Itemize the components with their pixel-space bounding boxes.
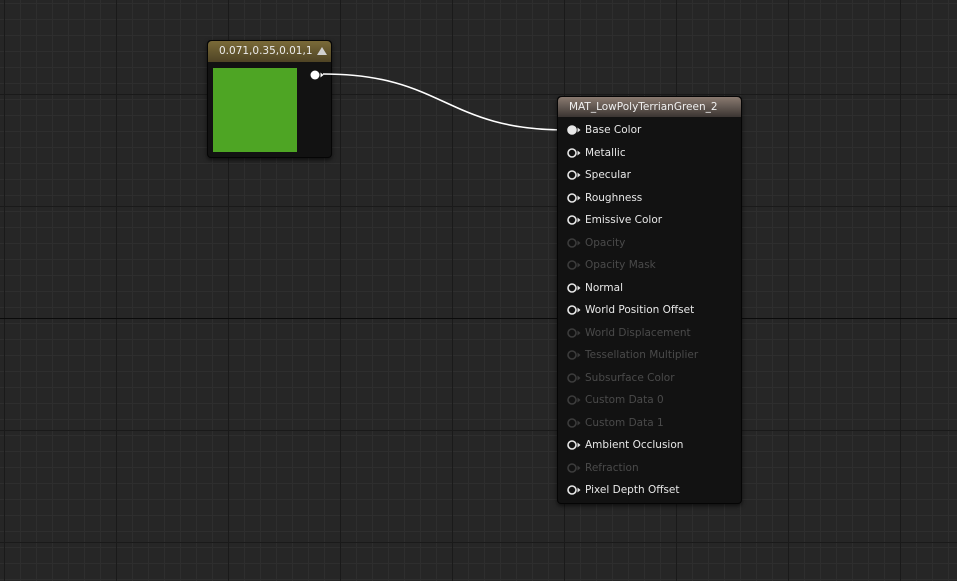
input-pin-label: Custom Data 0 [585,394,664,406]
constant-node-title: 0.071,0.35,0.01,1 [219,45,313,57]
input-pin-row[interactable]: Pixel Depth Offset [566,481,736,499]
input-pin-label: Pixel Depth Offset [585,484,680,496]
input-pin-label: Opacity Mask [585,259,656,271]
output-pin-icon[interactable] [310,69,324,81]
input-pin-label: Specular [585,169,631,181]
input-pin-label: Tessellation Multiplier [585,349,699,361]
color-preview-swatch [213,68,297,152]
input-pin-icon[interactable] [567,237,581,249]
constant-color-node[interactable]: 0.071,0.35,0.01,1 [207,40,332,158]
input-pin-icon[interactable] [567,169,581,181]
input-pin-icon[interactable] [567,259,581,271]
input-pin-row[interactable]: Normal [566,279,736,297]
input-pin-icon[interactable] [567,214,581,226]
input-pin-icon[interactable] [567,484,581,496]
input-pin-row[interactable]: World Displacement [566,324,736,342]
input-pin-row[interactable]: Custom Data 1 [566,414,736,432]
collapse-arrow-icon[interactable] [317,47,327,55]
input-pin-label: Ambient Occlusion [585,439,684,451]
input-pin-row[interactable]: Subsurface Color [566,369,736,387]
input-pin-label: Base Color [585,124,642,136]
input-pin-label: Custom Data 1 [585,416,664,429]
input-pin-label: Refraction [585,461,639,474]
input-pin-icon[interactable] [567,372,581,384]
input-pin-row[interactable]: Roughness [566,189,736,207]
input-pin-row[interactable]: Opacity [566,234,736,252]
input-pin-label: World Position Offset [585,304,695,316]
input-pin-icon[interactable] [567,282,581,294]
input-pin-row[interactable]: Metallic [566,144,736,162]
input-pin-label: World Displacement [585,326,691,339]
input-pin-label: Subsurface Color [585,371,675,384]
input-pin-icon[interactable] [567,327,581,339]
input-pin-row[interactable]: Emissive Color [566,211,736,229]
input-pin-icon[interactable] [567,192,581,204]
input-pin-label: Normal [585,281,623,294]
input-pin-label: Roughness [585,191,643,204]
input-pin-row[interactable]: Custom Data 0 [566,391,736,409]
input-pin-row[interactable]: Opacity Mask [566,256,736,274]
input-pin-row[interactable]: Tessellation Multiplier [566,346,736,364]
input-pin-label: Metallic [585,146,626,159]
input-pin-icon[interactable] [567,439,581,451]
input-pin-icon[interactable] [567,304,581,316]
input-pin-label: Opacity [585,236,626,249]
input-pin-icon[interactable] [567,417,581,429]
input-pin-row[interactable]: Refraction [566,459,736,477]
input-pin-label: Emissive Color [585,214,663,226]
input-pin-row[interactable]: Specular [566,166,736,184]
material-node-header[interactable]: MAT_LowPolyTerrianGreen_2 [558,97,741,117]
input-pin-icon[interactable] [567,394,581,406]
input-pin-icon[interactable] [567,349,581,361]
input-pin-row[interactable]: World Position Offset [566,301,736,319]
constant-node-header[interactable]: 0.071,0.35,0.01,1 [208,41,331,62]
input-pin-row[interactable]: Base Color [566,121,736,139]
input-pin-icon[interactable] [567,124,581,136]
material-node-title: MAT_LowPolyTerrianGreen_2 [569,101,718,113]
graph-grid [0,0,957,581]
input-pin-row[interactable]: Ambient Occlusion [566,436,736,454]
input-pin-icon[interactable] [567,147,581,159]
material-result-node[interactable]: MAT_LowPolyTerrianGreen_2 Base Color Met… [557,96,742,504]
input-pin-icon[interactable] [567,462,581,474]
